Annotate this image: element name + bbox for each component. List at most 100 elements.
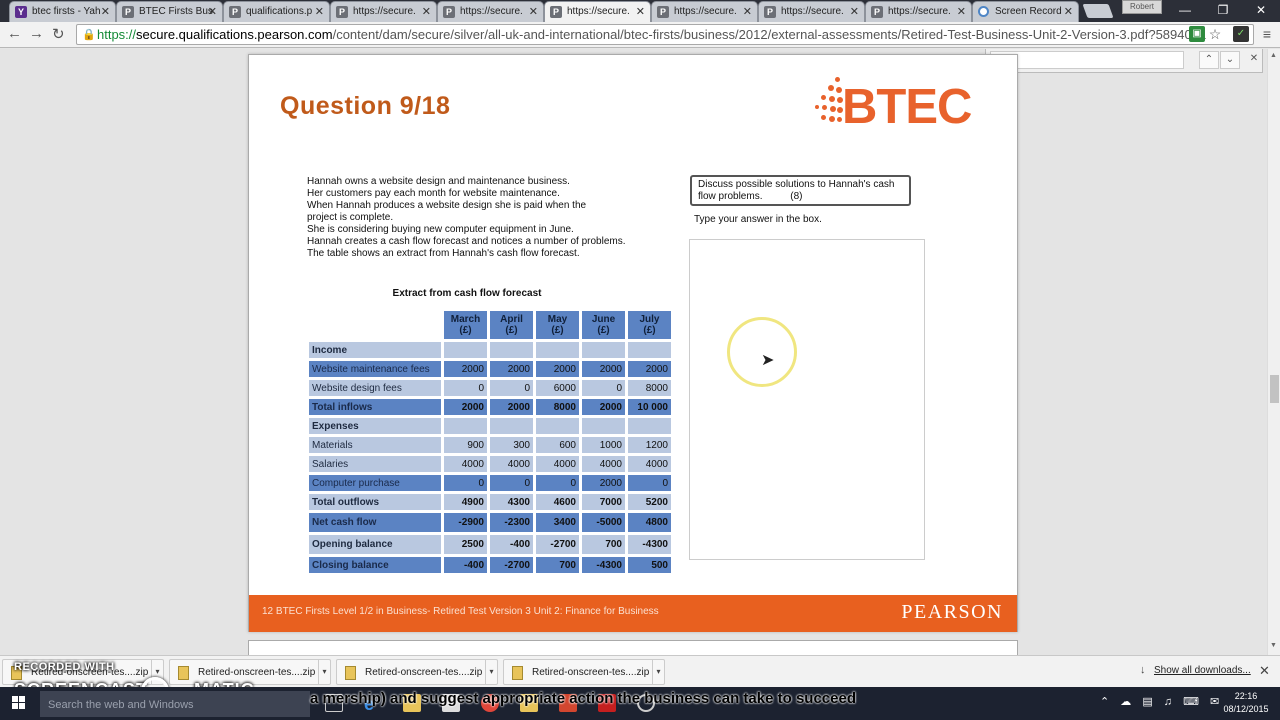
- minimize-icon[interactable]: —: [1166, 0, 1204, 20]
- tab-10[interactable]: Screen Record ✕: [972, 1, 1079, 22]
- show-all-downloads-link[interactable]: Show all downloads...: [1154, 665, 1251, 676]
- table-cell: 4600: [536, 494, 579, 510]
- p-page-icon: P: [764, 6, 776, 18]
- table-cell: -4300: [582, 557, 625, 573]
- find-next-icon[interactable]: ⌄: [1220, 51, 1240, 69]
- table-cell: 300: [490, 437, 533, 453]
- tab-5[interactable]: Phttps://secure. ✕: [437, 1, 544, 22]
- url-path: /content/dam/secure/silver/all-uk-and-in…: [332, 27, 1207, 42]
- scroll-down-icon[interactable]: ▼: [1270, 642, 1277, 649]
- row-label: Income: [309, 342, 441, 358]
- table-cell: 0: [490, 380, 533, 396]
- tab-2[interactable]: P BTEC Firsts Bus ✕: [116, 1, 223, 22]
- intro-line: The table shows an extract from Hannah's…: [307, 248, 580, 259]
- tab-1[interactable]: Ybtec firsts - Yah ✕: [9, 1, 116, 22]
- extension-check-icon[interactable]: ✓: [1233, 26, 1249, 42]
- address-bar[interactable]: 🔒 https://secure.qualifications.pearson.…: [76, 24, 1254, 45]
- back-icon[interactable]: ←: [7, 25, 22, 42]
- system-tray-icons[interactable]: ⌃ ☁ ▤ ♫ ⌨ ✉: [1100, 695, 1223, 708]
- vertical-scrollbar[interactable]: ▲ ▼: [1267, 49, 1280, 655]
- table-cell: -400: [490, 535, 533, 554]
- download-label: Retired-onscreen-tes....zip: [532, 667, 650, 678]
- table-cell: 4000: [444, 456, 487, 472]
- question-box: Discuss possible solutions to Hannah's c…: [690, 175, 911, 206]
- month-name: April: [500, 314, 523, 325]
- forward-icon[interactable]: →: [29, 25, 44, 42]
- intro-line: Hannah owns a website design and mainten…: [307, 176, 570, 187]
- footer-text: 12 BTEC Firsts Level 1/2 in Business- Re…: [262, 606, 659, 617]
- download-menu-icon[interactable]: ▾: [318, 660, 330, 684]
- scrollbar-thumb[interactable]: [1270, 375, 1279, 403]
- extension-icon[interactable]: ▣: [1189, 26, 1205, 42]
- table-header-cell: June (£): [582, 311, 625, 339]
- p-page-icon: P: [336, 6, 348, 18]
- table-row: Website maintenance fees 2000 2000 2000 2000…: [309, 361, 671, 377]
- find-previous-icon[interactable]: ⌃: [1199, 51, 1219, 69]
- close-tab-icon[interactable]: ✕: [850, 5, 859, 18]
- profile-button[interactable]: Robert: [1122, 0, 1162, 14]
- close-tab-icon[interactable]: ✕: [208, 5, 217, 18]
- table-row: Income: [309, 342, 671, 358]
- video-caption: a mership) and suggest appropriate actio…: [310, 690, 856, 707]
- taskbar-search[interactable]: Search the web and Windows: [40, 691, 310, 717]
- close-tab-icon[interactable]: ✕: [529, 5, 538, 18]
- table-cell: 2000: [490, 361, 533, 377]
- month-unit: (£): [643, 325, 656, 336]
- close-tab-icon[interactable]: ✕: [422, 5, 431, 18]
- clock[interactable]: 22:16 08/12/2015: [1218, 690, 1274, 716]
- reload-icon[interactable]: ↻: [52, 25, 65, 43]
- menu-icon[interactable]: ≡: [1259, 26, 1275, 42]
- find-input[interactable]: [990, 51, 1184, 69]
- yahoo-icon: Y: [15, 6, 27, 18]
- tab-label: BTEC Firsts Bus: [139, 6, 213, 17]
- tab-strip: Ybtec firsts - Yah ✕ P BTEC Firsts Bus ✕ Pqua…: [0, 0, 1280, 22]
- row-label: Website maintenance fees: [309, 361, 441, 377]
- restore-icon[interactable]: ❐: [1204, 0, 1242, 20]
- table-row: Total outflows 4900 4300 4600 7000 5200: [309, 494, 671, 510]
- find-bar: ⌃ ⌄ ✕: [985, 49, 1263, 73]
- table-cell: [444, 418, 487, 434]
- close-tab-icon[interactable]: ✕: [957, 5, 966, 18]
- table-row: Website design fees 0 0 6000 0 8000: [309, 380, 671, 396]
- record-icon: [978, 6, 989, 17]
- download-menu-icon[interactable]: ▾: [485, 660, 497, 684]
- download-item[interactable]: Retired-onscreen-tes....zip ▾: [503, 659, 665, 685]
- table-corner: [309, 311, 441, 339]
- row-label: Computer purchase: [309, 475, 441, 491]
- close-tab-icon[interactable]: ✕: [1064, 5, 1073, 18]
- table-row: Closing balance -400 -2700 700 -4300 500: [309, 557, 671, 573]
- tab-4[interactable]: Phttps://secure. ✕: [330, 1, 437, 22]
- close-tab-icon[interactable]: ✕: [101, 5, 110, 18]
- bookmark-star-icon[interactable]: ☆: [1207, 26, 1223, 42]
- download-item[interactable]: Retired-onscreen-tes....zip ▾: [336, 659, 498, 685]
- tab-3[interactable]: Pqualifications.p ✕: [223, 1, 330, 22]
- table-cell: 4000: [628, 456, 671, 472]
- table-row: Materials 900 300 600 1000 1200: [309, 437, 671, 453]
- close-tab-icon[interactable]: ✕: [315, 5, 324, 18]
- tab-8[interactable]: Phttps://secure. ✕: [758, 1, 865, 22]
- zip-file-icon: [512, 666, 523, 680]
- tab-9[interactable]: Phttps://secure. ✕: [865, 1, 972, 22]
- answer-box[interactable]: [689, 239, 925, 560]
- download-menu-icon[interactable]: ▾: [652, 660, 664, 684]
- windows-start-icon[interactable]: [12, 696, 26, 710]
- tab-6[interactable]: Phttps://secure. ✕: [544, 1, 651, 22]
- tab-7[interactable]: Phttps://secure. ✕: [651, 1, 758, 22]
- table-cell: [536, 418, 579, 434]
- table-cell: 2000: [582, 475, 625, 491]
- new-tab-button[interactable]: [1082, 4, 1114, 18]
- p-page-icon: P: [871, 6, 883, 18]
- row-label: Closing balance: [309, 557, 441, 573]
- p-page-icon: P: [657, 6, 669, 18]
- close-window-icon[interactable]: ✕: [1242, 0, 1280, 20]
- close-tab-icon[interactable]: ✕: [636, 5, 645, 18]
- month-name: May: [547, 314, 568, 325]
- close-tab-icon[interactable]: ✕: [743, 5, 752, 18]
- table-cell: 0: [582, 380, 625, 396]
- scroll-up-icon[interactable]: ▲: [1270, 52, 1277, 59]
- row-label: Website design fees: [309, 380, 441, 396]
- tab-label: https://secure.: [567, 6, 630, 17]
- find-close-icon[interactable]: ✕: [1244, 51, 1264, 69]
- close-downloads-icon[interactable]: ✕: [1259, 663, 1270, 679]
- pearson-logo: PEARSON: [901, 601, 1003, 623]
